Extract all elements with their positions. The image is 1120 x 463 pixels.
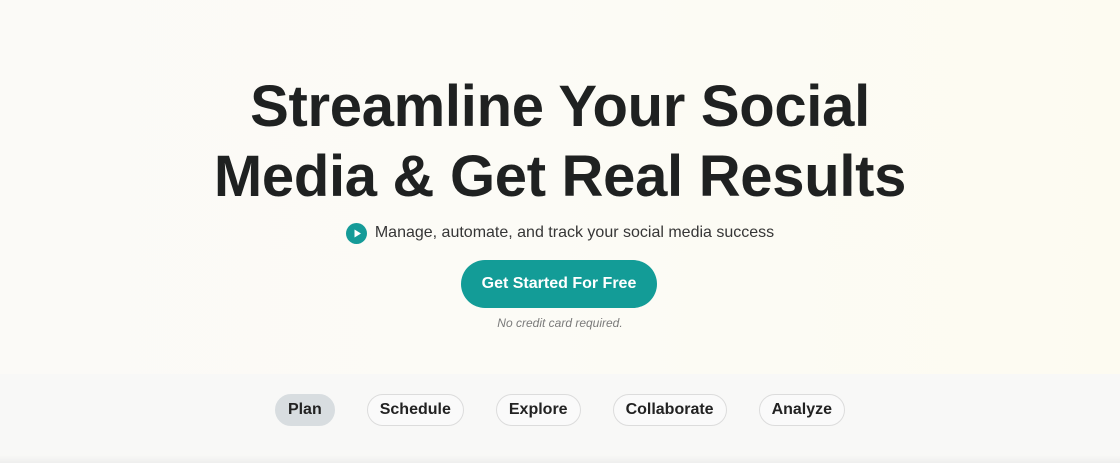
feature-tabs: Plan Schedule Explore Collaborate Analyz…	[0, 394, 1120, 426]
get-started-button[interactable]: Get Started For Free	[461, 260, 657, 308]
tab-explore[interactable]: Explore	[495, 394, 581, 426]
tab-collaborate[interactable]: Collaborate	[612, 394, 727, 426]
tab-analyze[interactable]: Analyze	[758, 394, 846, 426]
hero-headline-line-1: Streamline Your Social	[250, 74, 870, 139]
no-credit-card-note: No credit card required.	[497, 316, 623, 330]
section-bottom-shadow	[0, 455, 1120, 463]
feature-tabs-section: Plan Schedule Explore Collaborate Analyz…	[0, 374, 1120, 463]
hero-headline: Streamline Your Social Media & Get Real …	[0, 72, 1120, 212]
tab-plan[interactable]: Plan	[274, 394, 335, 426]
tab-schedule[interactable]: Schedule	[366, 394, 464, 426]
play-circle-icon	[345, 222, 367, 244]
hero-section: Streamline Your Social Media & Get Real …	[0, 0, 1120, 374]
hero-tagline: Manage, automate, and track your social …	[0, 221, 1120, 245]
hero-headline-line-2: Media & Get Real Results	[213, 144, 907, 209]
tagline-text: Manage, automate, and track your social …	[374, 224, 775, 241]
